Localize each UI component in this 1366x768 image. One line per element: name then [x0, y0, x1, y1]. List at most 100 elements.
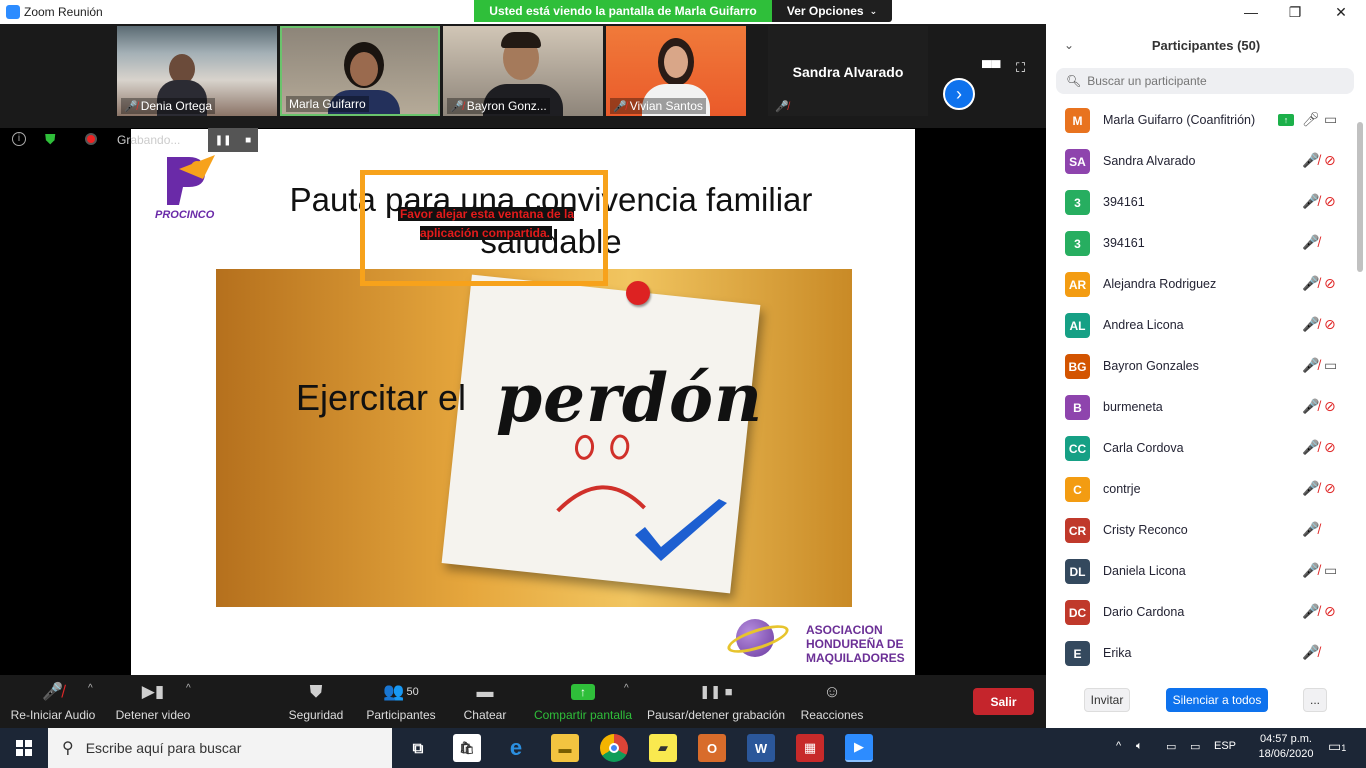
mic-icon[interactable]: 🎤︎	[1302, 111, 1320, 128]
share-options-caret-icon[interactable]: ^	[624, 683, 629, 694]
maximize-icon[interactable]: ❐	[1272, 0, 1318, 24]
recording-dot-icon	[85, 133, 97, 145]
security-button[interactable]: ⛊ Seguridad	[280, 675, 352, 728]
video-off-icon[interactable]: ⊘	[1324, 439, 1336, 456]
chat-button[interactable]: ▬ Chatear	[452, 675, 518, 728]
video-camera-icon[interactable]: ▭	[1324, 111, 1337, 128]
video-off-icon[interactable]: ⊘	[1324, 275, 1336, 292]
mic-muted-icon[interactable]: 🎤̸	[1302, 603, 1319, 620]
mic-muted-icon[interactable]: 🎤̸	[1302, 357, 1319, 374]
procinco-logo-icon	[167, 155, 215, 205]
video-off-icon[interactable]: ⊘	[1324, 398, 1336, 415]
invite-button[interactable]: Invitar	[1084, 688, 1130, 712]
mic-muted-icon[interactable]: 🎤̸	[1302, 521, 1319, 538]
network-icon[interactable]: ▭	[1166, 740, 1176, 753]
chrome-icon[interactable]	[600, 734, 628, 762]
participant-row[interactable]: M Marla Guifarro (Coanfitrión) ↑ 🎤︎ ▭	[1046, 100, 1356, 141]
mic-muted-icon[interactable]: 🎤̸	[1302, 152, 1319, 169]
avatar: AL	[1065, 313, 1090, 338]
more-options-button[interactable]: ...	[1303, 688, 1327, 712]
participant-row[interactable]: AL Andrea Licona 🎤̸ ⊘	[1046, 305, 1356, 346]
gallery-view-icon[interactable]: ▀▀	[982, 60, 1000, 75]
participants-button[interactable]: 👥 50 Participantes	[360, 675, 442, 728]
file-explorer-icon[interactable]: ▬	[551, 734, 579, 762]
participant-search-input[interactable]	[1087, 74, 1348, 88]
participant-list-scrollbar[interactable]	[1356, 100, 1364, 672]
mic-muted-icon[interactable]: 🎤̸	[1302, 562, 1319, 579]
participant-name: Cristy Reconco	[1103, 523, 1188, 537]
participant-row[interactable]: 3 394161 🎤̸ ⊘	[1046, 182, 1356, 223]
shared-slide: PROCINCO Pauta para una convivencia fami…	[131, 129, 915, 675]
outlook-icon[interactable]: O	[698, 734, 726, 762]
clock[interactable]: 04:57 p.m. 18/06/2020	[1250, 732, 1322, 762]
video-off-icon[interactable]: ⊘	[1324, 316, 1336, 333]
taskbar-search-box[interactable]: ⚲ Escribe aquí para buscar	[48, 728, 392, 768]
video-camera-icon[interactable]: ▭	[1324, 357, 1337, 374]
mic-muted-icon[interactable]: 🎤̸	[1302, 316, 1319, 333]
participant-row[interactable]: DC Dario Cardona 🎤̸ ⊘	[1046, 592, 1356, 633]
notification-count: 1	[1341, 743, 1347, 753]
edge-browser-icon[interactable]: e	[502, 734, 530, 762]
task-view-icon[interactable]: ⧉	[404, 734, 432, 762]
reactions-button[interactable]: ☺ Reacciones	[798, 675, 866, 728]
stop-video-button[interactable]: ▶▮ Detener video	[108, 675, 198, 728]
view-options-button[interactable]: Ver Opciones ⌄	[772, 0, 892, 22]
security-app-icon[interactable]: ▦	[796, 734, 824, 762]
audio-options-caret-icon[interactable]: ^	[88, 683, 93, 694]
shield-check-icon[interactable]: ⛊	[45, 131, 56, 148]
participant-row[interactable]: Bburmeneta 🎤̸ ⊘	[1046, 387, 1356, 428]
battery-icon[interactable]: ▭	[1190, 740, 1200, 753]
close-icon[interactable]: ✕	[1318, 0, 1364, 24]
video-options-caret-icon[interactable]: ^	[186, 683, 191, 694]
language-indicator[interactable]: ESP	[1214, 740, 1236, 752]
video-camera-icon[interactable]: ▭	[1324, 562, 1337, 579]
video-tile[interactable]: 🎤̸ Denia Ortega	[117, 26, 277, 116]
participant-row[interactable]: SA Sandra Alvarado 🎤̸ ⊘	[1046, 141, 1356, 182]
info-icon[interactable]: i	[12, 132, 26, 146]
video-tile-no-video[interactable]: Sandra Alvarado 🎤̸	[768, 26, 928, 116]
mic-muted-icon[interactable]: 🎤̸	[1302, 439, 1319, 456]
mic-muted-icon[interactable]: 🎤̸	[1302, 193, 1319, 210]
mute-all-button[interactable]: Silenciar a todos	[1166, 688, 1268, 712]
participant-row[interactable]: 3 394161 🎤̸	[1046, 223, 1356, 264]
participant-row[interactable]: DL Daniela Licona 🎤̸ ▭	[1046, 551, 1356, 592]
mic-muted-icon[interactable]: 🎤̸	[1302, 644, 1319, 661]
notification-center-icon[interactable]: ▭1	[1328, 738, 1346, 755]
mic-muted-icon[interactable]: 🎤̸	[1302, 398, 1319, 415]
sticky-notes-icon[interactable]: ▰	[649, 734, 677, 762]
pause-recording-icon[interactable]: ❚❚	[215, 135, 232, 146]
participant-row[interactable]: BG Bayron Gonzales 🎤̸ ▭	[1046, 346, 1356, 387]
speaker-icon[interactable]: 🔈︎	[1136, 740, 1143, 753]
video-tile[interactable]: 🎤̸ Vivian Santos	[606, 26, 746, 116]
video-off-icon[interactable]: ⊘	[1324, 152, 1336, 169]
participant-row[interactable]: CC Carla Cordova 🎤̸ ⊘	[1046, 428, 1356, 469]
fullscreen-icon[interactable]: ⛶	[1016, 60, 1025, 76]
store-icon[interactable]: 🛍	[453, 734, 481, 762]
video-off-icon[interactable]: ⊘	[1324, 480, 1336, 497]
stop-recording-icon[interactable]: ■	[245, 135, 251, 146]
video-off-icon[interactable]: ⊘	[1324, 603, 1336, 620]
zoom-taskbar-icon[interactable]: ▶	[845, 734, 873, 762]
word-icon[interactable]: W	[747, 734, 775, 762]
participant-row[interactable]: AR Alejandra Rodriguez 🎤̸ ⊘	[1046, 264, 1356, 305]
video-off-icon[interactable]: ⊘	[1324, 193, 1336, 210]
share-screen-button[interactable]: ↑ Compartir pantalla	[528, 675, 638, 728]
leave-meeting-button[interactable]: Salir	[973, 688, 1034, 715]
slide-image	[216, 269, 852, 607]
gallery-next-icon[interactable]: ›	[943, 78, 975, 110]
mic-muted-icon[interactable]: 🎤̸	[1302, 275, 1319, 292]
video-tile[interactable]: 🎤̸ Bayron Gonz...	[443, 26, 603, 116]
windows-start-button[interactable]	[0, 728, 48, 768]
participant-row[interactable]: CR Cristy Reconco 🎤̸	[1046, 510, 1356, 551]
video-gallery-strip: 🎤̸ Denia Ortega Marla Guifarro 🎤̸ Bayron G…	[0, 24, 1046, 128]
mic-muted-icon[interactable]: 🎤̸	[1302, 480, 1319, 497]
video-tile-active-speaker[interactable]: Marla Guifarro	[280, 26, 440, 116]
pause-stop-recording-button[interactable]: ❚❚ ■ Pausar/detener grabación	[646, 675, 786, 728]
tray-expand-icon[interactable]: ^	[1116, 740, 1121, 752]
participant-row[interactable]: Ccontrje 🎤̸ ⊘	[1046, 469, 1356, 510]
scrollbar-thumb[interactable]	[1357, 122, 1363, 272]
participant-row[interactable]: E Erika 🎤̸	[1046, 633, 1356, 674]
mic-muted-icon[interactable]: 🎤̸	[1302, 234, 1319, 251]
chat-bubble-icon: ▬	[476, 682, 494, 701]
minimize-icon[interactable]: —	[1228, 0, 1274, 24]
